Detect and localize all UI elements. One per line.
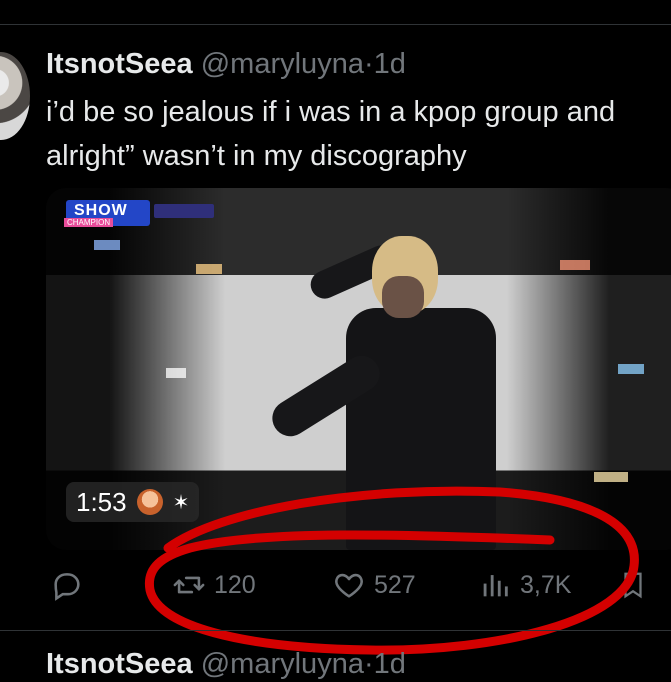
timestamp[interactable]: 1d bbox=[374, 48, 406, 80]
glitch-light bbox=[166, 368, 186, 378]
glitch-light bbox=[594, 472, 628, 482]
top-divider bbox=[0, 24, 671, 25]
separator: · bbox=[363, 48, 374, 80]
next-tweet-header: ItsnotSeea @maryluyna·1d bbox=[46, 646, 406, 682]
show-logo-subtext: CHAMPION bbox=[64, 218, 114, 227]
bookmark-button[interactable] bbox=[618, 568, 648, 602]
tweet-header: ItsnotSeea @maryluyna·1d bbox=[46, 46, 406, 82]
retweet-button[interactable]: 120 bbox=[172, 568, 256, 602]
like-count: 527 bbox=[374, 570, 416, 599]
avatar[interactable] bbox=[0, 52, 30, 140]
views-count: 3,7K bbox=[520, 570, 572, 599]
views-icon bbox=[483, 575, 508, 597]
handle[interactable]: @maryluyna bbox=[201, 648, 364, 680]
separator: · bbox=[363, 648, 374, 680]
glitch-light bbox=[560, 260, 590, 270]
song-tag bbox=[154, 204, 214, 218]
action-bar: 120 527 3,7K bbox=[0, 560, 671, 610]
glitch-light bbox=[618, 364, 644, 374]
handle[interactable]: @maryluyna bbox=[201, 48, 364, 80]
star-icon: ✶ bbox=[172, 491, 190, 514]
retweet-icon bbox=[173, 576, 205, 594]
video-duration: 1:53 bbox=[76, 486, 127, 517]
tweet-divider bbox=[0, 630, 671, 631]
retweet-count: 120 bbox=[214, 570, 256, 599]
glitch-light bbox=[94, 240, 120, 250]
timestamp[interactable]: 1d bbox=[374, 648, 406, 680]
glitch-light bbox=[196, 264, 222, 274]
display-name[interactable]: ItsnotSeea bbox=[46, 48, 193, 80]
like-button[interactable]: 527 bbox=[332, 568, 416, 602]
heart-icon bbox=[335, 573, 363, 598]
reply-icon bbox=[54, 573, 80, 601]
video-duration-badge: 1:53 ✶ bbox=[66, 482, 200, 522]
bookmark-icon bbox=[624, 572, 642, 599]
views-button[interactable]: 3,7K bbox=[478, 568, 571, 602]
reply-button[interactable] bbox=[50, 568, 84, 602]
channel-avatar bbox=[136, 489, 163, 515]
tweet-text: i’d be so jealous if i was in a kpop gro… bbox=[46, 96, 616, 172]
dancer-body bbox=[346, 308, 496, 550]
display-name[interactable]: ItsnotSeea bbox=[46, 648, 193, 680]
dancer-face bbox=[382, 276, 424, 318]
